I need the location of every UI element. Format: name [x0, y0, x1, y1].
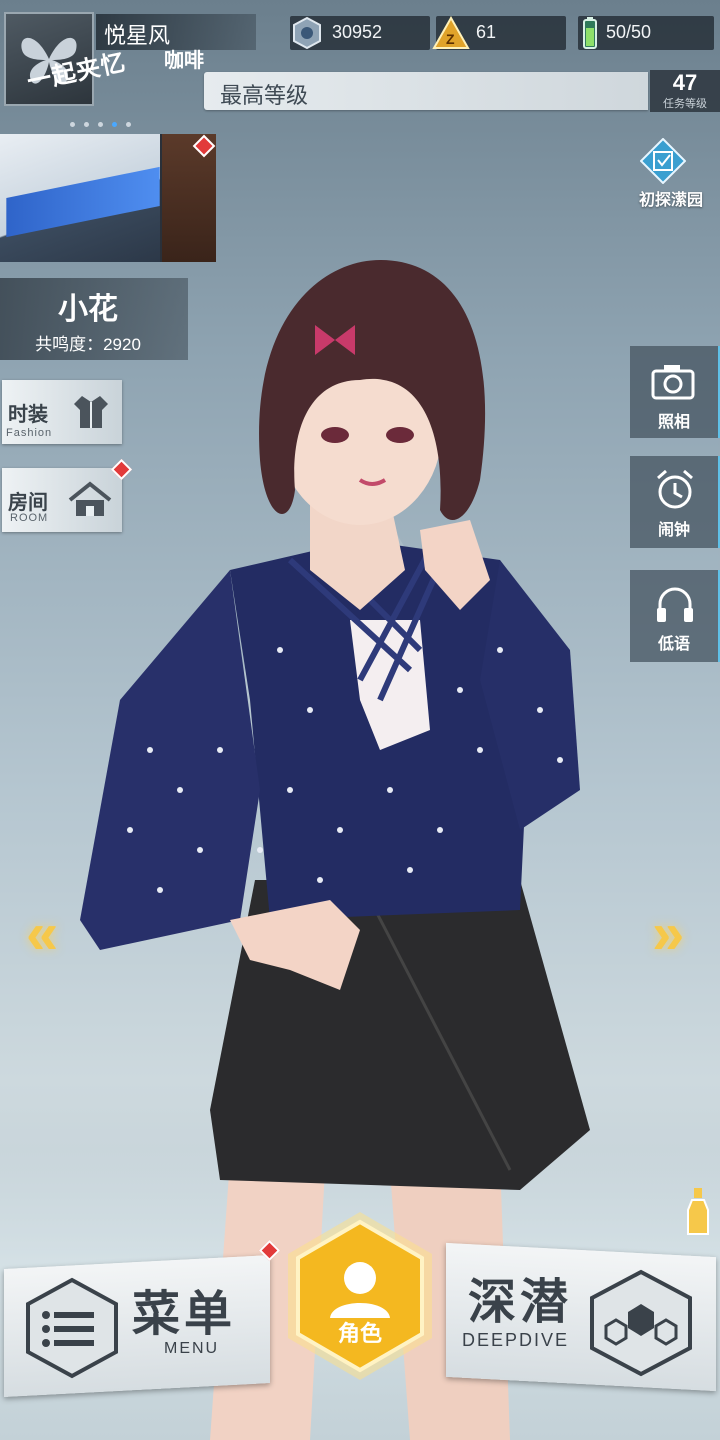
banner-dot[interactable]: [70, 122, 75, 127]
task-level-caption: 任务等级: [663, 98, 707, 110]
alarm-clock-icon: [657, 469, 693, 509]
room-button-title: 房间: [8, 492, 48, 514]
role-label: 角色: [337, 1321, 382, 1346]
molecule-hexagon-icon: [590, 1269, 692, 1377]
bottle-icon[interactable]: [684, 1186, 712, 1238]
camera-icon: [651, 365, 695, 400]
svg-text:Z: Z: [446, 31, 455, 47]
deepdive-title: 深潜: [468, 1276, 573, 1329]
room-button-subtitle: ROOM: [10, 512, 49, 524]
currency-value-crystal: 30952: [332, 22, 383, 42]
explore-diamond-icon: [640, 138, 686, 184]
house-icon: [68, 481, 112, 516]
previous-character-arrow[interactable]: «: [26, 900, 58, 967]
clothes-icon: [74, 396, 108, 428]
whisper-label: 低语: [657, 636, 690, 653]
explore-label: 初探潆园: [638, 192, 703, 209]
banner-dot[interactable]: [84, 122, 89, 127]
next-character-arrow[interactable]: »: [652, 900, 684, 967]
menu-subtitle: MENU: [164, 1340, 220, 1357]
gold-triangle-icon: Z: [432, 16, 470, 49]
banner-dot[interactable]: [98, 122, 103, 127]
alarm-label: 闹钟: [657, 522, 690, 539]
event-banner[interactable]: [0, 134, 216, 262]
rank-label: 最高等级: [220, 83, 309, 108]
banner-dot-active[interactable]: [112, 122, 117, 127]
energy-battery-icon: [583, 17, 597, 49]
fashion-button-subtitle: Fashion: [6, 427, 53, 439]
photo-label: 照相: [657, 414, 690, 431]
crystal-coin-icon: [293, 16, 321, 50]
role-button[interactable]: [282, 1208, 438, 1384]
menu-hexagon-icon: [26, 1277, 118, 1379]
banner-dot[interactable]: [126, 122, 131, 127]
menu-title: 菜单: [132, 1288, 237, 1341]
fashion-button-title: 时装: [8, 404, 48, 426]
banner-side-text: 咖啡: [164, 50, 204, 72]
deepdive-subtitle: DEEPDIVE: [462, 1330, 570, 1350]
character-name: 小花: [58, 293, 118, 326]
task-level-value: 47: [672, 70, 698, 95]
currency-value-gold: 61: [476, 22, 497, 42]
headphones-icon: [657, 587, 693, 622]
energy-value: 50/50: [606, 22, 652, 42]
banner-pagination[interactable]: [70, 114, 150, 127]
character-affinity: 共鸣度：2920: [35, 335, 141, 354]
